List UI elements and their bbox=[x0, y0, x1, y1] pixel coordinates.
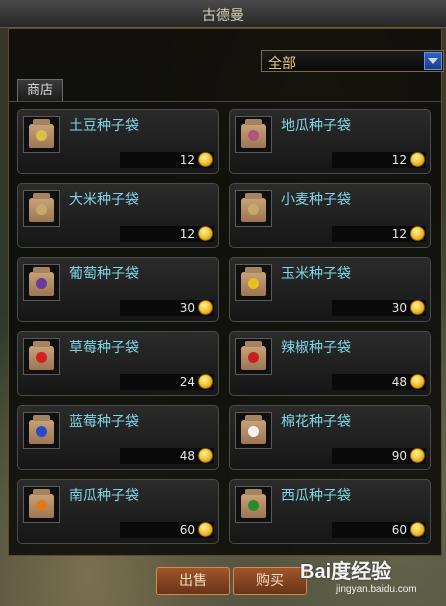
item-slot[interactable] bbox=[23, 338, 60, 375]
item-name: 草莓种子袋 bbox=[69, 340, 139, 356]
category-dropdown[interactable]: 全部 bbox=[261, 50, 444, 72]
item-name: 玉米种子袋 bbox=[281, 266, 351, 282]
shop-item[interactable]: 棉花种子袋 90 bbox=[229, 405, 431, 470]
gold-coin-icon bbox=[198, 522, 213, 537]
tab-divider bbox=[8, 101, 442, 102]
item-price: 30 bbox=[391, 301, 407, 315]
price-bar: 48 bbox=[332, 374, 426, 390]
item-slot[interactable] bbox=[235, 338, 272, 375]
price-bar: 48 bbox=[120, 448, 214, 464]
item-price: 12 bbox=[391, 153, 407, 167]
shop-item[interactable]: 蓝莓种子袋 48 bbox=[17, 405, 219, 470]
title-bar[interactable]: 古德曼 bbox=[0, 0, 446, 28]
shop-item[interactable]: 西瓜种子袋 60 bbox=[229, 479, 431, 544]
item-price: 12 bbox=[179, 227, 195, 241]
price-bar: 60 bbox=[120, 522, 214, 538]
gold-coin-icon bbox=[410, 152, 425, 167]
gold-coin-icon bbox=[198, 226, 213, 241]
item-price: 30 bbox=[179, 301, 195, 315]
price-bar: 90 bbox=[332, 448, 426, 464]
blueberry-seed-bag-icon bbox=[29, 415, 54, 444]
gold-coin-icon bbox=[410, 522, 425, 537]
item-slot[interactable] bbox=[23, 264, 60, 301]
item-price: 12 bbox=[391, 227, 407, 241]
price-bar: 60 bbox=[332, 522, 426, 538]
chevron-down-icon[interactable] bbox=[424, 52, 442, 70]
shop-item[interactable]: 葡萄种子袋 30 bbox=[17, 257, 219, 322]
gold-coin-icon bbox=[198, 374, 213, 389]
item-name: 南瓜种子袋 bbox=[69, 488, 139, 504]
baidu-watermark: Bai度经验 jingyan.baidu.com bbox=[300, 555, 440, 603]
shop-item[interactable]: 玉米种子袋 30 bbox=[229, 257, 431, 322]
gold-coin-icon bbox=[198, 152, 213, 167]
corn-seed-bag-icon bbox=[241, 267, 266, 296]
potato-seed-bag-icon bbox=[29, 119, 54, 148]
item-slot[interactable] bbox=[235, 116, 272, 153]
gold-coin-icon bbox=[198, 300, 213, 315]
pumpkin-seed-bag-icon bbox=[29, 489, 54, 518]
item-slot[interactable] bbox=[23, 412, 60, 449]
gold-coin-icon bbox=[410, 226, 425, 241]
sweet-potato-seed-bag-icon bbox=[241, 119, 266, 148]
item-name: 辣椒种子袋 bbox=[281, 340, 351, 356]
item-price: 24 bbox=[179, 375, 195, 389]
item-slot[interactable] bbox=[235, 486, 272, 523]
item-name: 土豆种子袋 bbox=[69, 118, 139, 134]
gold-coin-icon bbox=[410, 374, 425, 389]
item-name: 葡萄种子袋 bbox=[69, 266, 139, 282]
gold-coin-icon bbox=[198, 448, 213, 463]
item-price: 12 bbox=[179, 153, 195, 167]
item-name: 大米种子袋 bbox=[69, 192, 139, 208]
item-slot[interactable] bbox=[23, 486, 60, 523]
sell-button[interactable]: 出售 bbox=[156, 567, 230, 595]
grape-seed-bag-icon bbox=[29, 267, 54, 296]
price-bar: 30 bbox=[120, 300, 214, 316]
price-bar: 12 bbox=[120, 226, 214, 242]
gold-coin-icon bbox=[410, 300, 425, 315]
window-title: 古德曼 bbox=[202, 8, 244, 24]
item-name: 地瓜种子袋 bbox=[281, 118, 351, 134]
watermark-brand: Bai度经验 bbox=[300, 561, 392, 583]
price-bar: 12 bbox=[120, 152, 214, 168]
wheat-seed-bag-icon bbox=[241, 193, 266, 222]
shop-item[interactable]: 草莓种子袋 24 bbox=[17, 331, 219, 396]
shop-item[interactable]: 南瓜种子袋 60 bbox=[17, 479, 219, 544]
shop-item[interactable]: 大米种子袋 12 bbox=[17, 183, 219, 248]
item-price: 60 bbox=[179, 523, 195, 537]
shop-item[interactable]: 辣椒种子袋 48 bbox=[229, 331, 431, 396]
watermelon-seed-bag-icon bbox=[241, 489, 266, 518]
item-slot[interactable] bbox=[235, 412, 272, 449]
price-bar: 30 bbox=[332, 300, 426, 316]
item-name: 棉花种子袋 bbox=[281, 414, 351, 430]
strawberry-seed-bag-icon bbox=[29, 341, 54, 370]
watermark-url: jingyan.baidu.com bbox=[336, 584, 417, 595]
tab-shop[interactable]: 商店 bbox=[17, 79, 63, 101]
cotton-seed-bag-icon bbox=[241, 415, 266, 444]
item-slot[interactable] bbox=[235, 264, 272, 301]
price-bar: 12 bbox=[332, 226, 426, 242]
shop-item[interactable]: 小麦种子袋 12 bbox=[229, 183, 431, 248]
item-slot[interactable] bbox=[235, 190, 272, 227]
item-name: 蓝莓种子袋 bbox=[69, 414, 139, 430]
item-price: 48 bbox=[391, 375, 407, 389]
price-bar: 12 bbox=[332, 152, 426, 168]
category-dropdown-value: 全部 bbox=[268, 56, 296, 72]
rice-seed-bag-icon bbox=[29, 193, 54, 222]
chili-seed-bag-icon bbox=[241, 341, 266, 370]
item-price: 60 bbox=[391, 523, 407, 537]
item-price: 48 bbox=[179, 449, 195, 463]
item-name: 小麦种子袋 bbox=[281, 192, 351, 208]
shop-item[interactable]: 土豆种子袋 12 bbox=[17, 109, 219, 174]
item-slot[interactable] bbox=[23, 190, 60, 227]
price-bar: 24 bbox=[120, 374, 214, 390]
shop-item[interactable]: 地瓜种子袋 12 bbox=[229, 109, 431, 174]
gold-coin-icon bbox=[410, 448, 425, 463]
item-slot[interactable] bbox=[23, 116, 60, 153]
item-price: 90 bbox=[391, 449, 407, 463]
item-name: 西瓜种子袋 bbox=[281, 488, 351, 504]
buy-button[interactable]: 购买 bbox=[233, 567, 307, 595]
